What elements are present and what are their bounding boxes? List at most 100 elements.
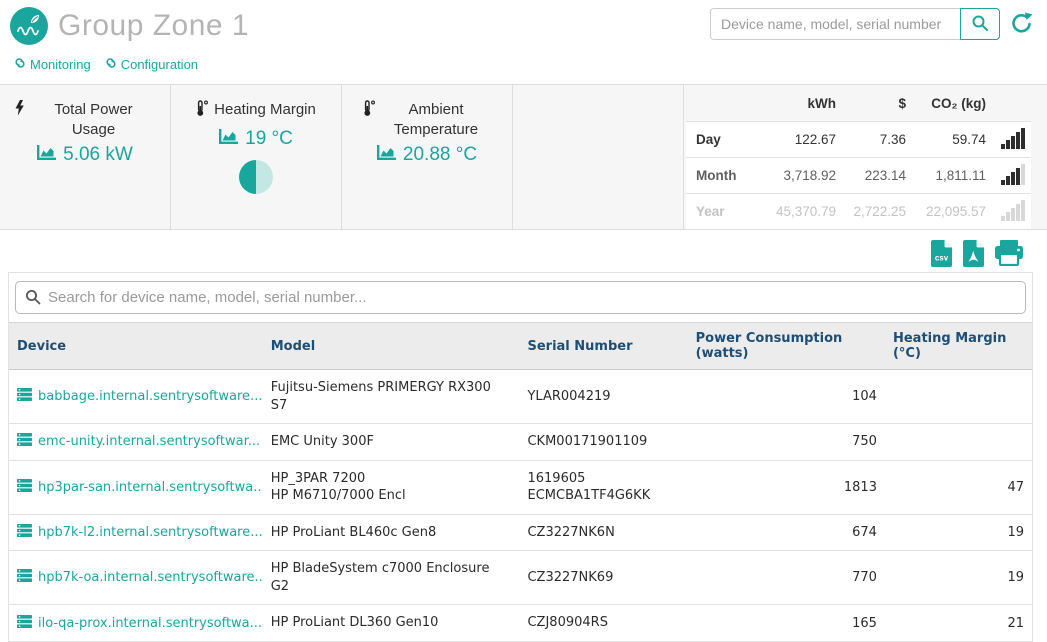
device-link[interactable]: hp3par-san.internal.sentrysoftwa...: [17, 479, 255, 496]
server-icon: [17, 479, 32, 496]
server-icon: [17, 524, 32, 541]
device-link[interactable]: emc-unity.internal.sentrysoftwar...: [17, 433, 255, 450]
device-heating: [885, 370, 1032, 424]
device-model: HP_3PAR 7200 HP M6710/7000 Encl: [263, 460, 520, 514]
nav-link-monitoring[interactable]: Monitoring: [14, 57, 91, 72]
device-serial: CZJ80904RS: [519, 605, 687, 642]
col-header-power[interactable]: Power Consumption (watts): [688, 323, 885, 370]
device-heating: 47: [885, 460, 1032, 514]
device-serial: CKM00171901109: [519, 424, 687, 461]
printer-icon: [995, 254, 1023, 269]
stat-label: Total Power Usage: [31, 100, 156, 139]
device-power: 674: [688, 514, 885, 551]
stat-label: Ambient Temperature: [381, 100, 491, 139]
table-row: emc-unity.internal.sentrysoftwar... EMC …: [9, 424, 1032, 461]
device-power: 165: [688, 605, 885, 642]
device-model: HP BladeSystem c7000 Enclosure G2: [263, 551, 520, 605]
stat-value: 20.88 °C: [403, 144, 477, 166]
col-header-serial[interactable]: Serial Number: [519, 323, 687, 370]
search-icon: [971, 14, 989, 35]
stat-empty-cell: [513, 85, 684, 229]
stat-heating-margin: Heating Margin 19 °C: [171, 85, 342, 229]
table-row: ilo-qa-prox.internal.sentrysoftwa... HP …: [9, 605, 1032, 642]
stat-ambient-temperature: Ambient Temperature 20.88 °C: [342, 85, 513, 229]
device-power: 750: [688, 424, 885, 461]
device-model: HP ProLiant BL460c Gen8: [263, 514, 520, 551]
bolt-icon: [14, 100, 25, 122]
energy-row-day: Day 122.67 7.36 59.74: [686, 121, 1031, 157]
signal-bars-icon: [986, 158, 1031, 193]
export-csv-button[interactable]: csv: [931, 240, 952, 267]
device-power: 1813: [688, 460, 885, 514]
area-chart-icon: [37, 144, 56, 166]
signal-bars-icon: [986, 122, 1031, 157]
server-icon: [17, 388, 32, 405]
top-search-input[interactable]: [710, 8, 960, 40]
device-name: hp3par-san.internal.sentrysoftwa...: [38, 480, 263, 495]
device-name: babbage.internal.sentrysoftware....: [38, 389, 263, 404]
device-heating: 19: [885, 514, 1032, 551]
device-link[interactable]: babbage.internal.sentrysoftware....: [17, 388, 255, 405]
table-row: hpb7k-oa.internal.sentrysoftware... HP B…: [9, 551, 1032, 605]
device-power: 104: [688, 370, 885, 424]
table-row: babbage.internal.sentrysoftware.... Fuji…: [9, 370, 1032, 424]
link-icon: [105, 57, 117, 72]
device-table-header-row: Device Model Serial Number Power Consump…: [9, 323, 1032, 370]
breadcrumb-nav: Monitoring Configuration: [0, 47, 1047, 84]
col-header-heating[interactable]: Heating Margin (°C): [885, 323, 1032, 370]
server-icon: [17, 433, 32, 450]
device-table-panel: Device Model Serial Number Power Consump…: [8, 272, 1033, 642]
col-header-device[interactable]: Device: [9, 323, 263, 370]
device-link[interactable]: hpb7k-l2.internal.sentrysoftware...: [17, 524, 255, 541]
energy-row-year: Year 45,370.79 2,722.25 22,095.57: [686, 193, 1031, 229]
table-row: hp3par-san.internal.sentrysoftwa... HP_3…: [9, 460, 1032, 514]
server-icon: [17, 615, 32, 632]
device-name: ilo-qa-prox.internal.sentrysoftwa...: [38, 616, 262, 631]
pdf-file-icon: [963, 255, 984, 270]
energy-col-kwh: kWh: [744, 96, 836, 111]
link-icon: [14, 57, 26, 72]
device-table: Device Model Serial Number Power Consump…: [9, 322, 1032, 642]
table-row: hpb7k-l2.internal.sentrysoftware... HP P…: [9, 514, 1032, 551]
csv-file-icon: csv: [931, 255, 952, 270]
heating-margin-pie-chart: [239, 160, 273, 194]
export-pdf-button[interactable]: [963, 240, 984, 267]
device-model: HP ProLiant DL360 Gen10: [263, 605, 520, 642]
stats-band: Total Power Usage 5.06 kW Heati: [0, 84, 1047, 230]
energy-col-dollars: $: [836, 96, 906, 111]
stat-value: 5.06 kW: [63, 144, 133, 166]
app-logo-icon: [10, 7, 48, 45]
device-model: EMC Unity 300F: [263, 424, 520, 461]
device-serial: 1619605 ECMCBA1TF4G6KK: [519, 460, 687, 514]
server-icon: [17, 569, 32, 586]
area-chart-icon: [219, 128, 238, 150]
energy-col-co2: CO₂ (kg): [906, 96, 986, 111]
device-serial: CZ3227NK69: [519, 551, 687, 605]
search-icon: [25, 289, 41, 310]
refresh-icon: [1010, 23, 1034, 38]
device-filter-input[interactable]: [15, 281, 1026, 314]
device-name: hpb7k-oa.internal.sentrysoftware...: [38, 570, 263, 585]
page-header: Group Zone 1: [0, 0, 1047, 47]
svg-text:csv: csv: [935, 253, 949, 262]
page-title: Group Zone 1: [58, 9, 249, 43]
top-search-button[interactable]: [960, 8, 1000, 40]
stat-label: Heating Margin: [214, 100, 316, 120]
device-serial: YLAR004219: [519, 370, 687, 424]
device-name: hpb7k-l2.internal.sentrysoftware...: [38, 525, 263, 540]
device-link[interactable]: ilo-qa-prox.internal.sentrysoftwa...: [17, 615, 255, 632]
energy-summary-table: kWh $ CO₂ (kg) Day 122.67 7.36 59.74 Mon…: [686, 85, 1031, 229]
col-header-model[interactable]: Model: [263, 323, 520, 370]
area-chart-icon: [377, 144, 396, 166]
nav-configuration-label: Configuration: [121, 57, 198, 72]
top-search-group: [710, 8, 1000, 40]
device-power: 770: [688, 551, 885, 605]
device-link[interactable]: hpb7k-oa.internal.sentrysoftware...: [17, 569, 255, 586]
print-button[interactable]: [995, 240, 1023, 266]
nav-link-configuration[interactable]: Configuration: [105, 57, 198, 72]
refresh-button[interactable]: [1009, 11, 1035, 37]
energy-row-month: Month 3,718.92 223.14 1,811.11: [686, 157, 1031, 193]
device-heating: [885, 424, 1032, 461]
signal-bars-icon: [986, 194, 1031, 229]
stat-total-power: Total Power Usage 5.06 kW: [0, 85, 171, 229]
